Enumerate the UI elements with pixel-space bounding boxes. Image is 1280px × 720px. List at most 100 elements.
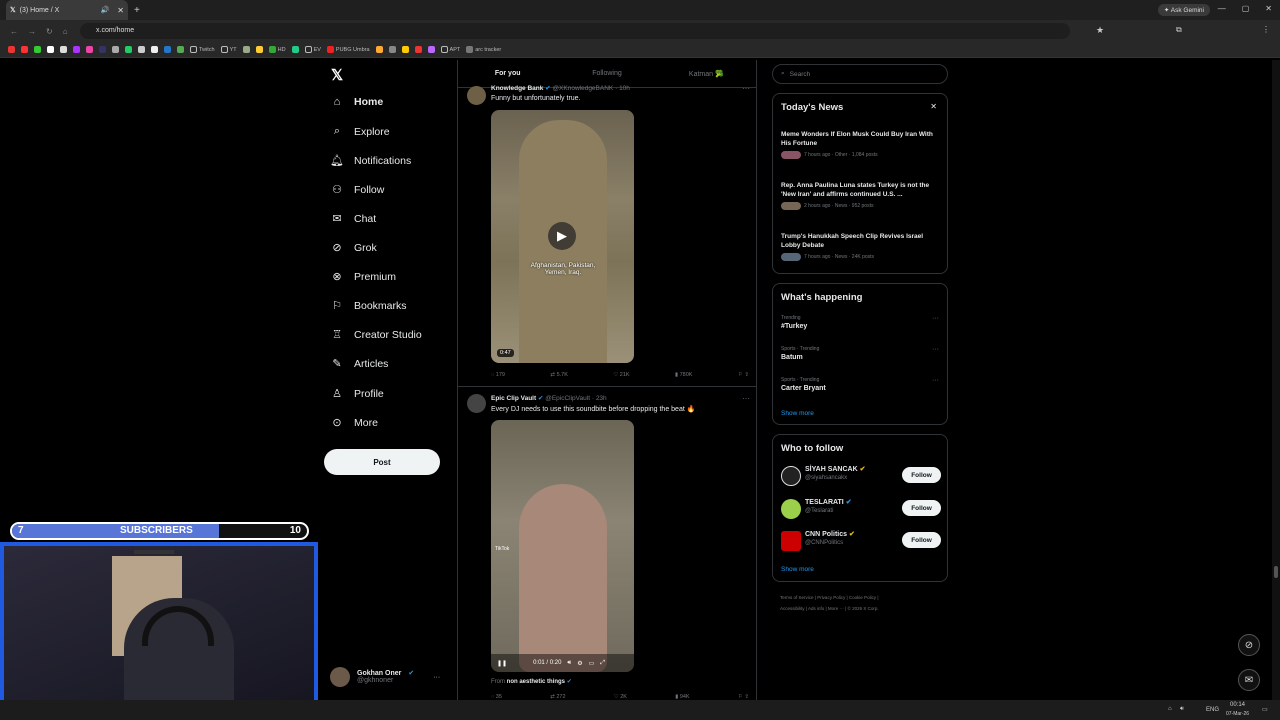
pause-icon[interactable]: ❚❚ — [497, 660, 507, 667]
volume-icon[interactable]: 🔊︎ — [1180, 706, 1184, 713]
nav-articles[interactable]: ✎ Articles — [330, 357, 388, 371]
follow-suggestion[interactable]: TESLARATI ✔ @Teslarati Follow — [781, 497, 941, 521]
show-more-link[interactable]: Show more — [781, 410, 814, 417]
tweet-author[interactable]: Knowledge Bank — [491, 85, 543, 92]
footer-link[interactable]: Terms of Service — [780, 595, 814, 600]
close-window-icon[interactable]: ✕ — [1265, 4, 1272, 13]
bookmark-icon[interactable]: ⚐ ⇪ — [738, 372, 749, 378]
bookmark-pubg-umbra[interactable]: PUBG Umbra — [326, 46, 370, 53]
show-more-link[interactable]: Show more — [781, 566, 814, 573]
footer-link[interactable]: Privacy Policy — [817, 595, 845, 600]
network-icon[interactable]: ⌂ — [1168, 706, 1172, 712]
clock-time[interactable]: 00:14 — [1230, 702, 1245, 708]
menu-icon[interactable]: ⋮ — [1262, 25, 1270, 34]
settings-icon[interactable]: ⚙ — [577, 660, 582, 667]
follow-suggestion[interactable]: CNN Politics ✔ @CNNPolitics Follow — [781, 529, 941, 553]
reply-button[interactable]: ◌ 179 — [491, 372, 505, 378]
tweet-video[interactable]: TikTok ❚❚ 0:01 / 0:20 🔊︎ ⚙ ▭ ⤢ — [491, 420, 634, 672]
bookmark-favicon-icon[interactable] — [164, 46, 171, 53]
follow-button[interactable]: Follow — [902, 532, 941, 548]
bookmark-favicon-icon[interactable] — [112, 46, 119, 53]
bookmark-favicon-icon[interactable] — [151, 46, 158, 53]
tweet[interactable]: Knowledge Bank ✔ @XKnowledgeBANK · 10h ·… — [458, 82, 756, 387]
bookmark-favicon-icon[interactable] — [414, 46, 422, 53]
tab-audio-icon[interactable]: 🔊 — [101, 6, 110, 14]
more-options-icon[interactable]: ··· — [932, 346, 939, 353]
reload-icon[interactable]: ↻ — [46, 27, 53, 36]
bookmark-hd[interactable]: HD — [268, 46, 286, 53]
messages-icon[interactable]: ✉ — [1238, 669, 1260, 691]
bookmark-favicon-icon[interactable] — [86, 46, 93, 53]
home-button-icon[interactable]: ⌂ — [63, 27, 68, 36]
scrollbar[interactable] — [1272, 60, 1280, 700]
tweet[interactable]: Epic Clip Vault ✔ @EpicClipVault · 23h ·… — [458, 392, 756, 720]
bookmark-favicon-icon[interactable] — [47, 46, 54, 53]
bookmark-yt[interactable]: YT — [220, 46, 237, 53]
nav-explore[interactable]: ⌕ Explore — [330, 125, 390, 138]
more-options-icon[interactable]: ··· — [433, 674, 440, 681]
follow-button[interactable]: Follow — [902, 500, 941, 516]
bookmark-favicon-icon[interactable] — [242, 46, 250, 53]
nav-home[interactable]: ⌂ Home — [330, 96, 384, 108]
footer-link[interactable]: Cookie Policy — [849, 595, 876, 600]
footer-link[interactable]: More ··· — [828, 606, 844, 611]
fullscreen-icon[interactable]: ⤢ — [600, 660, 605, 667]
minimize-icon[interactable]: — — [1218, 4, 1226, 13]
nav-notifications[interactable]: 🔔︎ Notifications — [330, 154, 411, 168]
like-button[interactable]: ♡ 21K — [613, 372, 629, 378]
bookmark-favicon-icon[interactable] — [291, 46, 299, 53]
ask-gemini-button[interactable]: ✦ Ask Gemini — [1157, 4, 1210, 16]
more-options-icon[interactable]: ··· — [932, 377, 939, 384]
scrollbar-thumb[interactable] — [1274, 566, 1278, 578]
bookmark-twitch[interactable]: Twitch — [190, 46, 215, 53]
source-link[interactable]: non aesthetic things — [507, 679, 565, 685]
language-indicator[interactable]: ENG — [1206, 707, 1219, 713]
bookmark-favicon-icon[interactable] — [401, 46, 409, 53]
footer-link[interactable]: Ads info — [808, 606, 824, 611]
bookmark-arc-tracker[interactable]: arc tracker — [466, 46, 501, 53]
account-switcher[interactable]: Gokhan Oner @gkhnoner ✔ ··· — [330, 667, 440, 687]
bookmark-favicon-icon[interactable] — [73, 46, 80, 53]
trend-item[interactable]: Sports · Trending Batum ··· — [781, 346, 941, 361]
trend-item[interactable]: Sports · Trending Carter Bryant ··· — [781, 377, 941, 392]
repost-button[interactable]: ⇄ 5.7K — [550, 372, 567, 378]
tweet-author[interactable]: Epic Clip Vault — [491, 395, 536, 402]
nav-bookmarks[interactable]: ⚐ Bookmarks — [330, 299, 406, 313]
close-tab-icon[interactable]: ✕ — [117, 6, 124, 15]
nav-profile[interactable]: ♙ Profile — [330, 387, 384, 401]
pip-icon[interactable]: ▭ — [589, 660, 595, 667]
more-options-icon[interactable]: ··· — [742, 394, 750, 403]
bookmark-favicon-icon[interactable] — [375, 46, 383, 53]
extensions-icon[interactable]: ⧉ — [1176, 25, 1182, 35]
bookmark-favicon-icon[interactable] — [427, 46, 435, 53]
post-button[interactable]: Post — [324, 449, 440, 475]
bookmark-star-icon[interactable]: ★ — [1096, 25, 1104, 36]
maximize-icon[interactable]: ▢ — [1242, 4, 1250, 13]
news-item[interactable]: Rep. Anna Paulina Luna states Turkey is … — [781, 181, 941, 210]
more-options-icon[interactable]: ··· — [742, 84, 750, 93]
new-tab-button[interactable]: + — [134, 5, 140, 16]
more-options-icon[interactable]: ··· — [932, 315, 939, 322]
bookmark-ev[interactable]: EV — [304, 46, 321, 53]
footer-link[interactable]: Accessibility — [780, 606, 805, 611]
trend-item[interactable]: Trending #Turkey ··· — [781, 315, 941, 330]
bookmark-apt[interactable]: APT — [440, 46, 460, 53]
clock-date[interactable]: 07-Mar-26 — [1226, 711, 1249, 717]
bookmark-favicon-icon[interactable] — [177, 46, 184, 53]
nav-more[interactable]: ⊙ More — [330, 416, 378, 430]
forward-icon[interactable]: → — [28, 27, 36, 36]
url-field[interactable]: x.com/home — [80, 23, 1070, 39]
grok-icon[interactable]: ⊘ — [1238, 634, 1260, 656]
volume-icon[interactable]: 🔊︎ — [567, 660, 571, 667]
bookmark-favicon-icon[interactable] — [99, 46, 106, 53]
bookmark-favicon-icon[interactable] — [8, 46, 15, 53]
bookmark-favicon-icon[interactable] — [34, 46, 41, 53]
tweet-video[interactable]: ▶ Afghanistan, Pakistan, Yemen, Iraq. 0:… — [491, 110, 634, 363]
news-item[interactable]: Trump's Hanukkah Speech Clip Revives Isr… — [781, 232, 941, 261]
bookmark-favicon-icon[interactable] — [125, 46, 132, 53]
play-icon[interactable]: ▶ — [548, 222, 576, 250]
nav-chat[interactable]: ✉ Chat — [330, 212, 376, 226]
nav-grok[interactable]: ⊘ Grok — [330, 241, 376, 255]
bookmark-favicon-icon[interactable] — [138, 46, 145, 53]
news-item[interactable]: Meme Wonders If Elon Musk Could Buy Iran… — [781, 130, 941, 159]
